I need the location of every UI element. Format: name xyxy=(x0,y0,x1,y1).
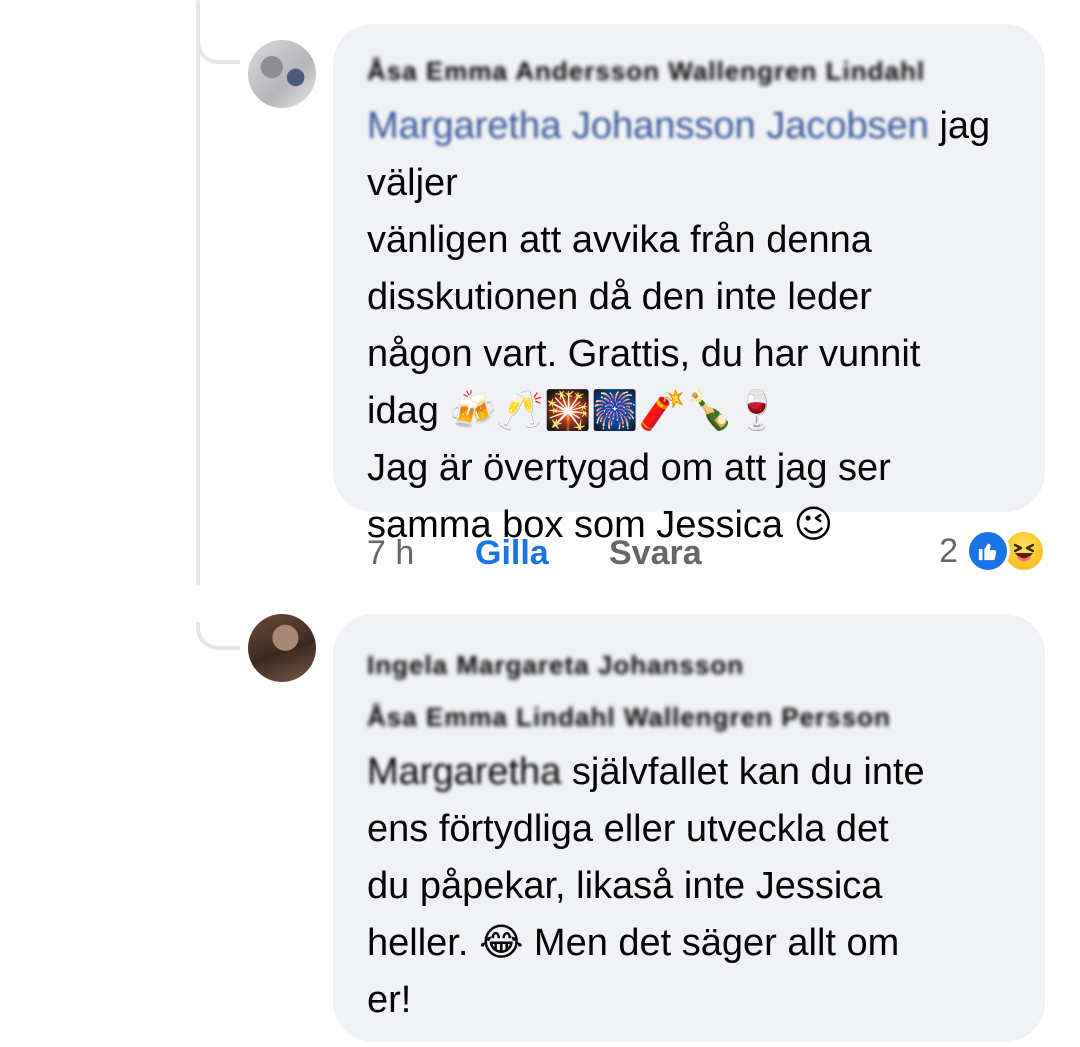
thread-branch-2 xyxy=(196,622,240,650)
like-icon xyxy=(966,529,1010,573)
comment-text: Margaretha självfallet kan du inte ens f… xyxy=(367,744,1011,1029)
mention-link[interactable]: Margaretha Johansson Jacobsen xyxy=(367,105,929,147)
comment-text: Margaretha Johansson Jacobsen jag väljer… xyxy=(367,98,1011,554)
comment-author-secondary[interactable]: Åsa Emma Lindahl Wallengren Persson xyxy=(367,700,1011,734)
avatar[interactable] xyxy=(248,40,316,108)
avatar[interactable] xyxy=(248,614,316,682)
comment-text-first-line: självfallet kan du inte xyxy=(561,751,925,793)
comment-text-rest: ens förtydliga eller utveckla det du påp… xyxy=(367,808,900,1021)
comment-actions: 7 h Gilla Svara xyxy=(367,528,702,578)
reactions-summary[interactable]: 2 xyxy=(939,526,1046,576)
comment-bubble: Ingela Margareta Johansson Åsa Emma Lind… xyxy=(333,614,1045,1042)
reaction-count: 2 xyxy=(939,531,958,570)
like-button[interactable]: Gilla xyxy=(475,534,609,573)
thread-branch-1 xyxy=(196,36,240,64)
comment-author[interactable]: Ingela Margareta Johansson xyxy=(367,648,1011,682)
mention-link[interactable]: Margaretha xyxy=(367,751,561,793)
comment-text-rest: vänligen att avvika från denna disskutio… xyxy=(367,219,921,546)
reply-button[interactable]: Svara xyxy=(609,534,702,573)
comment-bubble: Åsa Emma Andersson Wallengren Lindahl Ma… xyxy=(333,24,1045,546)
comment-author[interactable]: Åsa Emma Andersson Wallengren Lindahl xyxy=(367,54,1011,88)
thread-connector-line xyxy=(196,0,200,585)
comment-timestamp[interactable]: 7 h xyxy=(367,534,475,573)
